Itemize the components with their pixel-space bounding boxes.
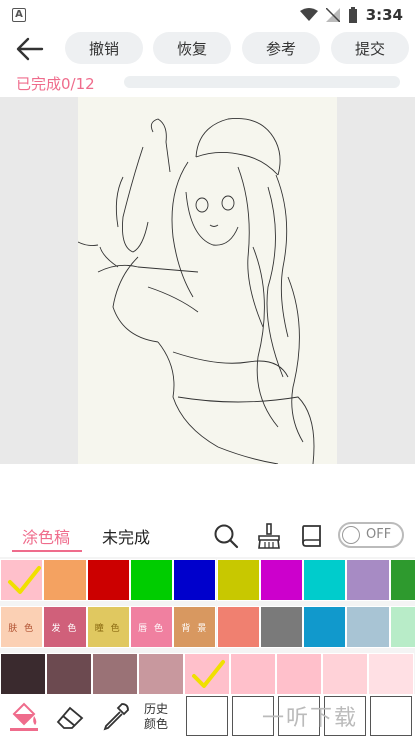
battery-icon	[348, 7, 357, 23]
notification-a-icon: A	[12, 8, 26, 22]
paint-bucket-icon[interactable]	[8, 700, 40, 732]
search-icon[interactable]	[212, 522, 240, 550]
basic-color-swatch[interactable]	[173, 559, 217, 601]
swatch-label: 背 景	[181, 623, 209, 634]
progress-text: 已完成0/12	[16, 75, 95, 93]
basic-color-swatch[interactable]	[389, 559, 415, 601]
no-signal-icon	[325, 8, 340, 22]
basic-color-swatch[interactable]	[86, 559, 130, 601]
preset-color-swatch[interactable]: 肤 色	[0, 606, 44, 648]
shade-color-swatch[interactable]	[92, 653, 138, 695]
toggle-knob	[342, 526, 360, 544]
status-bar: A 3:34	[0, 0, 415, 30]
preset-color-swatch[interactable]	[346, 606, 390, 648]
tool-tabs: 涂色稿 未完成 OFF	[0, 518, 415, 552]
preset-color-swatch[interactable]	[216, 606, 260, 648]
shade-color-swatch[interactable]	[276, 653, 322, 695]
history-label-line-2: 颜色	[144, 717, 169, 731]
preset-color-swatch[interactable]: 唇 色	[129, 606, 174, 648]
toggle-label: OFF	[366, 527, 392, 542]
basic-color-swatch[interactable]	[216, 559, 260, 601]
tab-incomplete[interactable]: 未完成	[102, 524, 150, 548]
swatch-label: 唇 色	[138, 623, 165, 634]
selected-check-icon	[192, 660, 225, 688]
history-color-slot[interactable]	[186, 696, 228, 736]
basic-color-swatch[interactable]	[129, 559, 174, 601]
basic-color-swatch[interactable]	[303, 559, 347, 601]
basic-color-swatch[interactable]	[43, 559, 87, 601]
tab-coloring[interactable]: 涂色稿	[22, 524, 70, 548]
shade-color-swatch[interactable]	[230, 653, 276, 695]
preset-color-swatch[interactable]	[259, 606, 304, 648]
preset-color-swatch[interactable]	[389, 606, 415, 648]
swatch-label: 发 色	[51, 623, 79, 634]
undo-button[interactable]: 撤销	[65, 32, 143, 64]
watermark: 一听下载	[262, 706, 359, 731]
reference-button[interactable]: 参考	[242, 32, 320, 64]
history-label-line-1: 历史	[144, 702, 169, 716]
top-toolbar: 撤销 恢复 参考 提交	[0, 32, 415, 66]
line-art-sheet[interactable]	[77, 97, 337, 465]
preset-color-swatch[interactable]: 发 色	[43, 606, 87, 648]
shade-color-swatch[interactable]	[184, 653, 230, 695]
preset-color-swatch[interactable]: 瞳 色	[86, 606, 130, 648]
basic-color-swatch[interactable]	[0, 559, 44, 601]
back-arrow-icon[interactable]	[14, 34, 46, 64]
toggle-switch[interactable]: OFF	[338, 522, 404, 548]
shade-color-swatch[interactable]	[322, 653, 368, 695]
preset-color-swatch[interactable]: 背 景	[173, 606, 217, 648]
shade-color-swatch[interactable]	[138, 653, 184, 695]
redo-button[interactable]: 恢复	[153, 32, 231, 64]
book-icon[interactable]	[298, 522, 326, 550]
submit-button[interactable]: 提交	[331, 32, 409, 64]
wifi-icon	[299, 8, 318, 21]
status-time: 3:34	[365, 6, 403, 24]
preset-color-swatch[interactable]	[303, 606, 347, 648]
line-art-drawing	[77, 118, 315, 465]
shade-color-swatch[interactable]	[368, 653, 414, 695]
history-color-slot[interactable]	[370, 696, 412, 736]
swatch-label: 肤 色	[8, 623, 36, 634]
progress-row: 已完成0/12	[0, 70, 415, 94]
broom-icon[interactable]	[255, 522, 283, 550]
progress-bar	[124, 76, 400, 88]
selected-check-icon	[8, 566, 41, 594]
shade-color-swatch[interactable]	[0, 653, 46, 695]
swatch-label: 瞳 色	[94, 623, 122, 634]
basic-color-swatch[interactable]	[346, 559, 390, 601]
drawing-canvas-area[interactable]	[0, 97, 415, 465]
basic-color-swatch[interactable]	[259, 559, 304, 601]
shade-color-swatch[interactable]	[46, 653, 92, 695]
eyedropper-icon[interactable]	[100, 700, 132, 732]
eraser-icon[interactable]	[54, 700, 86, 732]
active-tab-underline	[12, 550, 82, 552]
history-colors-label: 历史 颜色	[144, 702, 168, 732]
